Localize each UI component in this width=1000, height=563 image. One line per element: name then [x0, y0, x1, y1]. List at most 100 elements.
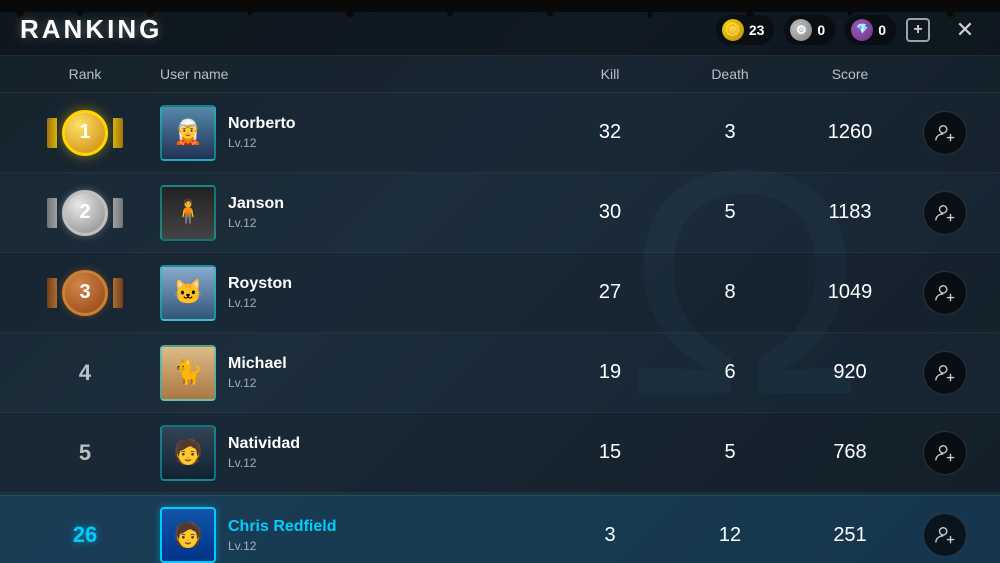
death-1: 3 [670, 121, 790, 144]
silver-currency: ⚙ 0 [784, 15, 835, 45]
player-info-1: Norberto Lv.12 [228, 115, 296, 150]
table-row: 2 🧍 Janson Lv.12 30 5 1183 [0, 173, 1000, 253]
close-button[interactable]: ✕ [950, 15, 980, 45]
player-level-1: Lv.12 [228, 136, 296, 150]
score-3: 1049 [790, 281, 910, 304]
action-5 [910, 431, 980, 475]
rank-cell-3: 3 [20, 263, 150, 323]
table-row: 3 🐱 Royston Lv.12 27 8 1049 [0, 253, 1000, 333]
add-friend-button-2[interactable] [923, 191, 967, 235]
rank-number-3: 3 [62, 270, 108, 316]
action-4 [910, 351, 980, 395]
page-title: RANKING [20, 14, 162, 45]
gold-value: 23 [749, 22, 765, 38]
player-info-4: Michael Lv.12 [228, 355, 287, 390]
table-header: Rank User name Kill Death Score [0, 56, 1000, 93]
rank-number-4: 4 [79, 360, 91, 386]
player-name-3: Royston [228, 275, 292, 293]
action-1 [910, 111, 980, 155]
avatar-3: 🐱 [160, 265, 216, 321]
player-info-26: Chris Redfield Lv.12 [228, 518, 336, 553]
header: RANKING 🪙 23 ⚙ 0 💎 0 + ✕ [0, 0, 1000, 56]
rank-cell-26: 26 [20, 522, 150, 548]
score-26: 251 [790, 524, 910, 547]
death-4: 6 [670, 361, 790, 384]
table-row-current: 26 🧑 Chris Redfield Lv.12 3 12 251 [0, 495, 1000, 563]
medal-silver: 2 [55, 183, 115, 243]
avatar-5: 🧑 [160, 425, 216, 481]
add-friend-button-3[interactable] [923, 271, 967, 315]
action-26 [910, 513, 980, 557]
col-rank: Rank [20, 66, 150, 82]
table-body: 1 🧝 Norberto Lv.12 32 3 1260 [0, 93, 1000, 563]
table-row: 1 🧝 Norberto Lv.12 32 3 1260 [0, 93, 1000, 173]
gold-icon: 🪙 [722, 19, 744, 41]
col-kill: Kill [550, 66, 670, 82]
player-cell-26: 🧑 Chris Redfield Lv.12 [150, 507, 550, 563]
action-2 [910, 191, 980, 235]
score-2: 1183 [790, 201, 910, 224]
add-friend-button-1[interactable] [923, 111, 967, 155]
rank-cell-2: 2 [20, 183, 150, 243]
player-name-1: Norberto [228, 115, 296, 133]
player-level-3: Lv.12 [228, 296, 292, 310]
add-currency-button[interactable]: + [906, 18, 930, 42]
player-cell-1: 🧝 Norberto Lv.12 [150, 105, 550, 161]
purple-icon: 💎 [851, 19, 873, 41]
player-cell-5: 🧑 Natividad Lv.12 [150, 425, 550, 481]
avatar-2: 🧍 [160, 185, 216, 241]
avatar-26: 🧑 [160, 507, 216, 563]
player-cell-2: 🧍 Janson Lv.12 [150, 185, 550, 241]
kill-26: 3 [550, 524, 670, 547]
death-5: 5 [670, 441, 790, 464]
kill-2: 30 [550, 201, 670, 224]
player-cell-3: 🐱 Royston Lv.12 [150, 265, 550, 321]
medal-gold: 1 [55, 103, 115, 163]
rank-cell-5: 5 [20, 440, 150, 466]
player-level-2: Lv.12 [228, 216, 284, 230]
kill-5: 15 [550, 441, 670, 464]
add-friend-button-26[interactable] [923, 513, 967, 557]
player-level-26: Lv.12 [228, 539, 336, 553]
kill-4: 19 [550, 361, 670, 384]
player-name-2: Janson [228, 195, 284, 213]
player-info-3: Royston Lv.12 [228, 275, 292, 310]
rank-number-1: 1 [62, 110, 108, 156]
player-info-2: Janson Lv.12 [228, 195, 284, 230]
kill-3: 27 [550, 281, 670, 304]
score-4: 920 [790, 361, 910, 384]
col-score: Score [790, 66, 910, 82]
silver-value: 0 [817, 22, 825, 38]
player-cell-4: 🐈 Michael Lv.12 [150, 345, 550, 401]
purple-value: 0 [878, 22, 886, 38]
rank-number-5: 5 [79, 440, 91, 466]
rank-number-2: 2 [62, 190, 108, 236]
player-name-26: Chris Redfield [228, 518, 336, 536]
col-action [910, 66, 980, 82]
add-friend-button-5[interactable] [923, 431, 967, 475]
col-death: Death [670, 66, 790, 82]
silver-icon: ⚙ [790, 19, 812, 41]
action-3 [910, 271, 980, 315]
header-right: 🪙 23 ⚙ 0 💎 0 + ✕ [716, 15, 980, 45]
gold-currency: 🪙 23 [716, 15, 775, 45]
avatar-1: 🧝 [160, 105, 216, 161]
table-row: 4 🐈 Michael Lv.12 19 6 920 [0, 333, 1000, 413]
medal-bronze: 3 [55, 263, 115, 323]
rank-cell-1: 1 [20, 103, 150, 163]
rank-cell-4: 4 [20, 360, 150, 386]
death-2: 5 [670, 201, 790, 224]
rank-number-26: 26 [73, 522, 97, 548]
add-friend-button-4[interactable] [923, 351, 967, 395]
player-level-5: Lv.12 [228, 456, 300, 470]
purple-currency: 💎 0 [845, 15, 896, 45]
kill-1: 32 [550, 121, 670, 144]
death-3: 8 [670, 281, 790, 304]
table-row: 5 🧑 Natividad Lv.12 15 5 768 [0, 413, 1000, 493]
score-1: 1260 [790, 121, 910, 144]
score-5: 768 [790, 441, 910, 464]
col-username: User name [150, 66, 550, 82]
death-26: 12 [670, 524, 790, 547]
avatar-4: 🐈 [160, 345, 216, 401]
player-name-4: Michael [228, 355, 287, 373]
